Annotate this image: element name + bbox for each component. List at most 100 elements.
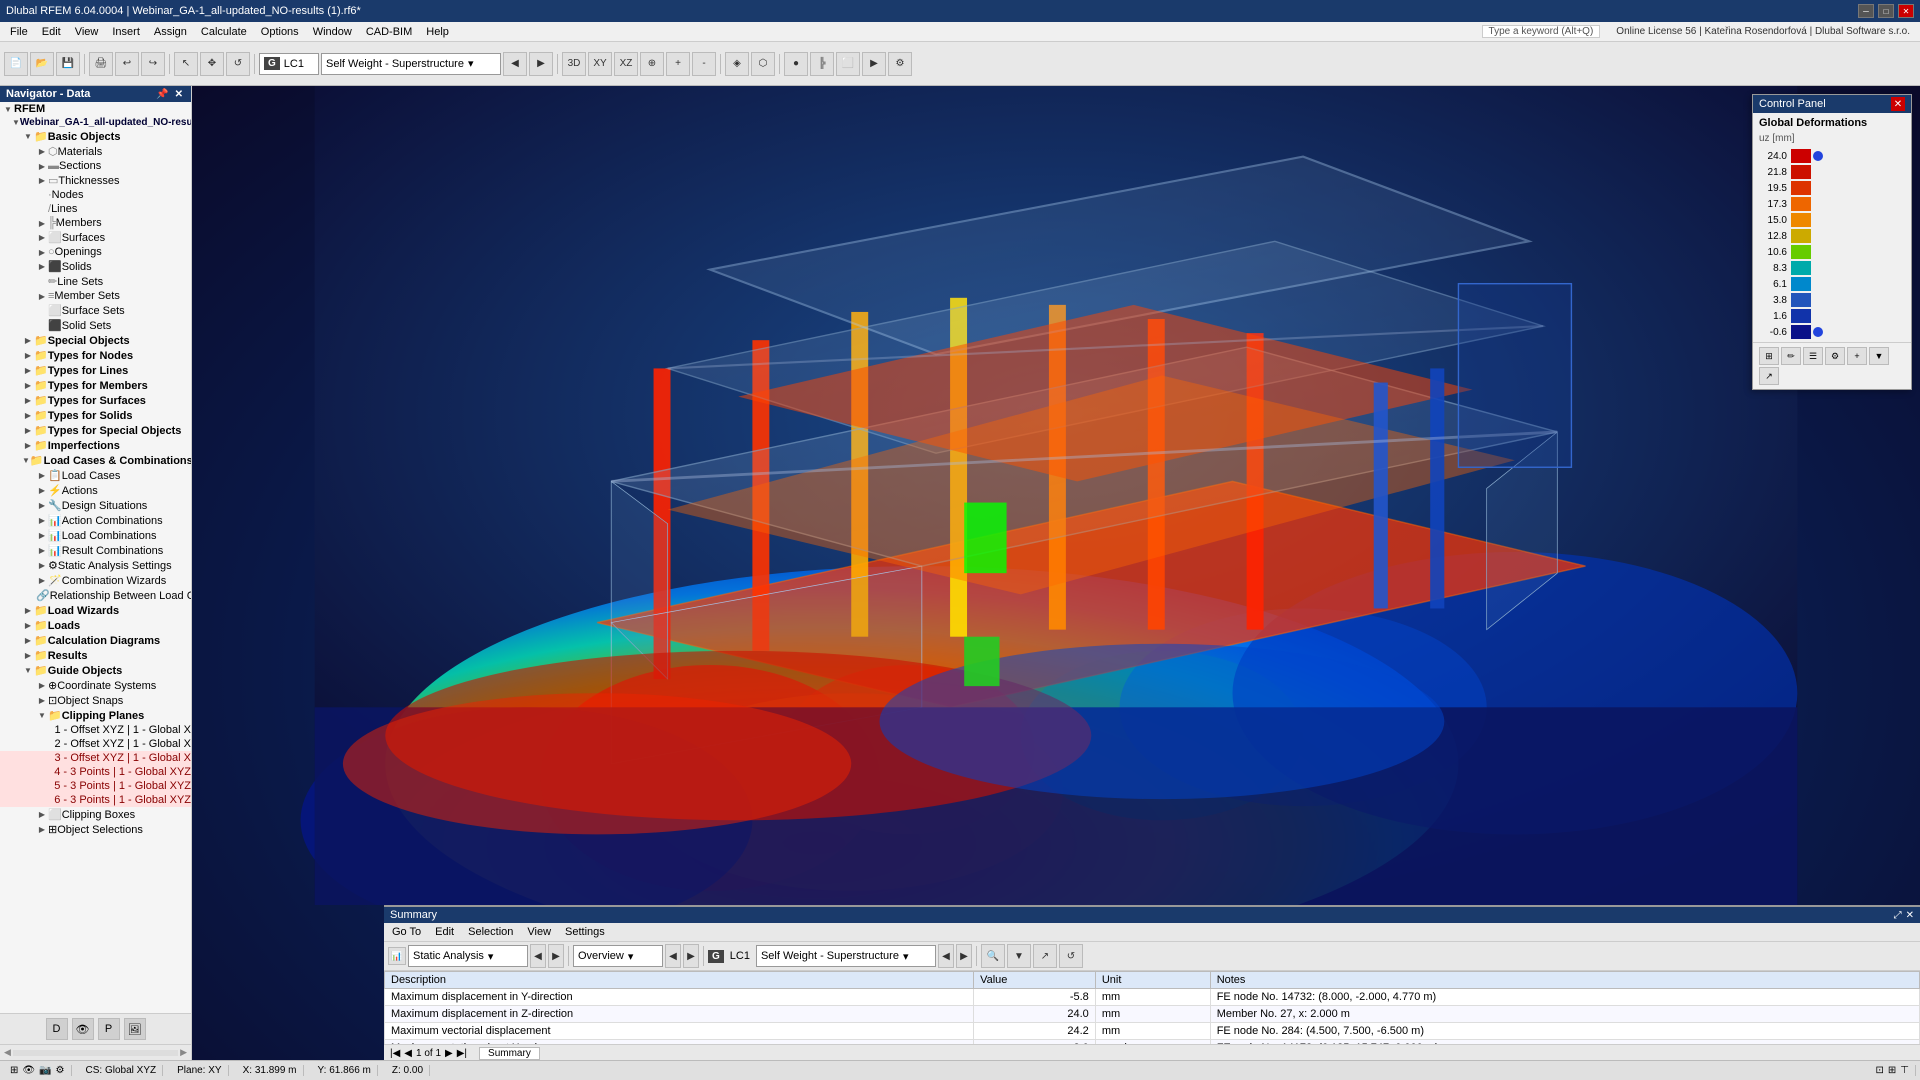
nav-data-button[interactable]: D — [46, 1018, 68, 1040]
tree-thicknesses[interactable]: ▶▭ Thicknesses — [0, 173, 191, 188]
tree-results[interactable]: ▶ 📁 Results — [0, 648, 191, 663]
bottom-lc-dropdown[interactable]: Self Weight - Superstructure ▾ — [756, 945, 936, 967]
redo-button[interactable]: ↪ — [141, 52, 165, 76]
tree-lines[interactable]: / Lines — [0, 202, 191, 216]
lc-name-dropdown[interactable]: Self Weight - Superstructure ▾ — [321, 53, 501, 75]
tool-btn-3[interactable]: 📷 — [39, 1065, 51, 1076]
tree-types-surfaces[interactable]: ▶ 📁 Types for Surfaces — [0, 393, 191, 408]
viewport[interactable]: Control Panel ✕ Global Deformations uz [… — [192, 86, 1920, 1060]
tree-clip4[interactable]: 4 - 3 Points | 1 - Global XYZ — [0, 765, 191, 779]
view-xy-button[interactable]: XY — [588, 52, 612, 76]
tree-loads[interactable]: ▶ 📁 Loads — [0, 618, 191, 633]
bottom-export-button[interactable]: ↗ — [1033, 944, 1057, 968]
lc-badge-dropdown[interactable]: G LC1 — [259, 53, 319, 75]
render-button[interactable]: ◈ — [725, 52, 749, 76]
view-dropdown[interactable]: Overview ▾ — [573, 945, 663, 967]
tree-combination-wizards[interactable]: ▶🪄 Combination Wizards — [0, 573, 191, 588]
view-3d-button[interactable]: 3D — [562, 52, 586, 76]
cp-filter-button[interactable]: ▼ — [1869, 347, 1889, 365]
tree-calc-diagrams[interactable]: ▶ 📁 Calculation Diagrams — [0, 633, 191, 648]
tree-solid-sets[interactable]: ⬛ Solid Sets — [0, 318, 191, 333]
tree-surfaces[interactable]: ▶⬜ Surfaces — [0, 230, 191, 245]
tree-guide-objects[interactable]: ▼ 📁 Guide Objects — [0, 663, 191, 678]
tree-clip2[interactable]: 2 - Offset XYZ | 1 - Global X — [0, 737, 191, 751]
tree-materials[interactable]: ▶⬡ Materials — [0, 144, 191, 159]
tree-static-analysis[interactable]: ▶⚙ Static Analysis Settings — [0, 558, 191, 573]
page-last-button[interactable]: ▶| — [457, 1048, 467, 1059]
sheet-tab[interactable]: Summary — [479, 1047, 540, 1060]
cp-edit-button[interactable]: ✏ — [1781, 347, 1801, 365]
tree-result-combinations[interactable]: ▶📊 Result Combinations — [0, 543, 191, 558]
menu-calculate[interactable]: Calculate — [195, 24, 253, 40]
tree-line-sets[interactable]: ✏ Line Sets — [0, 274, 191, 289]
tree-types-solids[interactable]: ▶ 📁 Types for Solids — [0, 408, 191, 423]
tool-btn-2[interactable]: 👁 — [22, 1065, 35, 1076]
bottom-close-button[interactable]: ✕ — [1906, 910, 1914, 921]
status-snap-btn[interactable]: ⊡ — [1876, 1065, 1884, 1076]
tree-clip6[interactable]: 6 - 3 Points | 1 - Global XYZ — [0, 793, 191, 807]
next-lc-button[interactable]: ▶ — [529, 52, 553, 76]
bottom-filter-button[interactable]: ▼ — [1007, 944, 1031, 968]
cp-zoom-button[interactable]: + — [1847, 347, 1867, 365]
maximize-button[interactable]: □ — [1878, 4, 1894, 18]
tree-clipping-planes[interactable]: ▼ 📁 Clipping Planes — [0, 708, 191, 723]
nav-display-button[interactable]: 👁 — [72, 1018, 94, 1040]
bottom-selection[interactable]: Selection — [464, 925, 517, 939]
menu-help[interactable]: Help — [420, 24, 455, 40]
close-button[interactable]: ✕ — [1898, 4, 1914, 18]
select-button[interactable]: ↖ — [174, 52, 198, 76]
tree-types-special[interactable]: ▶ 📁 Types for Special Objects — [0, 423, 191, 438]
tree-member-sets[interactable]: ▶≡ Member Sets — [0, 289, 191, 303]
tree-action-combinations[interactable]: ▶📊 Action Combinations — [0, 513, 191, 528]
tree-sections[interactable]: ▶▬ Sections — [0, 159, 191, 173]
page-next-button[interactable]: ▶ — [445, 1048, 453, 1059]
menu-assign[interactable]: Assign — [148, 24, 193, 40]
new-button[interactable]: 📄 — [4, 52, 28, 76]
bottom-search-button[interactable]: 🔍 — [981, 944, 1005, 968]
tree-load-wizards[interactable]: ▶ 📁 Load Wizards — [0, 603, 191, 618]
tree-project[interactable]: ▼ Webinar_GA-1_all-updated_NO-resul — [0, 116, 191, 129]
nav-pin-button[interactable]: 📌 — [154, 89, 170, 100]
analysis-type-dropdown[interactable]: Static Analysis ▾ — [408, 945, 528, 967]
menu-window[interactable]: Window — [307, 24, 358, 40]
tree-design-situations[interactable]: ▶🔧 Design Situations — [0, 498, 191, 513]
prev-lc-button[interactable]: ◀ — [503, 52, 527, 76]
page-prev-button[interactable]: ◀ — [404, 1048, 412, 1059]
status-grid-btn[interactable]: ⊞ — [1888, 1065, 1896, 1076]
node-results-button[interactable]: ● — [784, 52, 808, 76]
wireframe-button[interactable]: ⬡ — [751, 52, 775, 76]
tree-load-combinations[interactable]: ▶📊 Load Combinations — [0, 528, 191, 543]
tree-types-members[interactable]: ▶ 📁 Types for Members — [0, 378, 191, 393]
bottom-tb-icon[interactable]: 📊 — [388, 947, 406, 965]
tree-actions[interactable]: ▶⚡ Actions — [0, 483, 191, 498]
tree-clip3[interactable]: 3 - Offset XYZ | 1 - Global X — [0, 751, 191, 765]
tree-object-selections[interactable]: ▶⊞ Object Selections — [0, 822, 191, 837]
tree-clip1[interactable]: 1 - Offset XYZ | 1 - Global X — [0, 723, 191, 737]
bottom-next-button[interactable]: ▶ — [548, 944, 564, 968]
bottom-refresh-button[interactable]: ↺ — [1059, 944, 1083, 968]
tree-openings[interactable]: ▶○ Openings — [0, 245, 191, 259]
tree-load-cases-combinations[interactable]: ▼ 📁 Load Cases & Combinations — [0, 453, 191, 468]
tree-solids[interactable]: ▶⬛ Solids — [0, 259, 191, 274]
view-xz-button[interactable]: XZ — [614, 52, 638, 76]
tool-btn-1[interactable]: ⊞ — [10, 1065, 18, 1076]
menu-edit[interactable]: Edit — [36, 24, 67, 40]
zoom-in-button[interactable]: + — [666, 52, 690, 76]
bottom-goto[interactable]: Go To — [388, 925, 425, 939]
tree-load-cases[interactable]: ▶📋 Load Cases — [0, 468, 191, 483]
surface-results-button[interactable]: ⬜ — [836, 52, 860, 76]
tree-basic-objects[interactable]: ▼ 📁 Basic Objects — [0, 129, 191, 144]
bottom-expand-button[interactable]: ⤢ — [1894, 910, 1902, 921]
search-input[interactable]: Type a keyword (Alt+Q) — [1482, 25, 1601, 38]
status-ortho-btn[interactable]: ⊤ — [1900, 1065, 1909, 1076]
cp-settings-button[interactable]: ⚙ — [1825, 347, 1845, 365]
tree-types-lines[interactable]: ▶ 📁 Types for Lines — [0, 363, 191, 378]
cp-close-button[interactable]: ✕ — [1891, 97, 1905, 111]
settings-button[interactable]: ⚙ — [888, 52, 912, 76]
print-button[interactable]: 🖨 — [89, 52, 113, 76]
zoom-out-button[interactable]: - — [692, 52, 716, 76]
save-button[interactable]: 💾 — [56, 52, 80, 76]
menu-file[interactable]: File — [4, 24, 34, 40]
menu-cad-bim[interactable]: CAD-BIM — [360, 24, 418, 40]
bottom-prev-button[interactable]: ◀ — [530, 944, 546, 968]
